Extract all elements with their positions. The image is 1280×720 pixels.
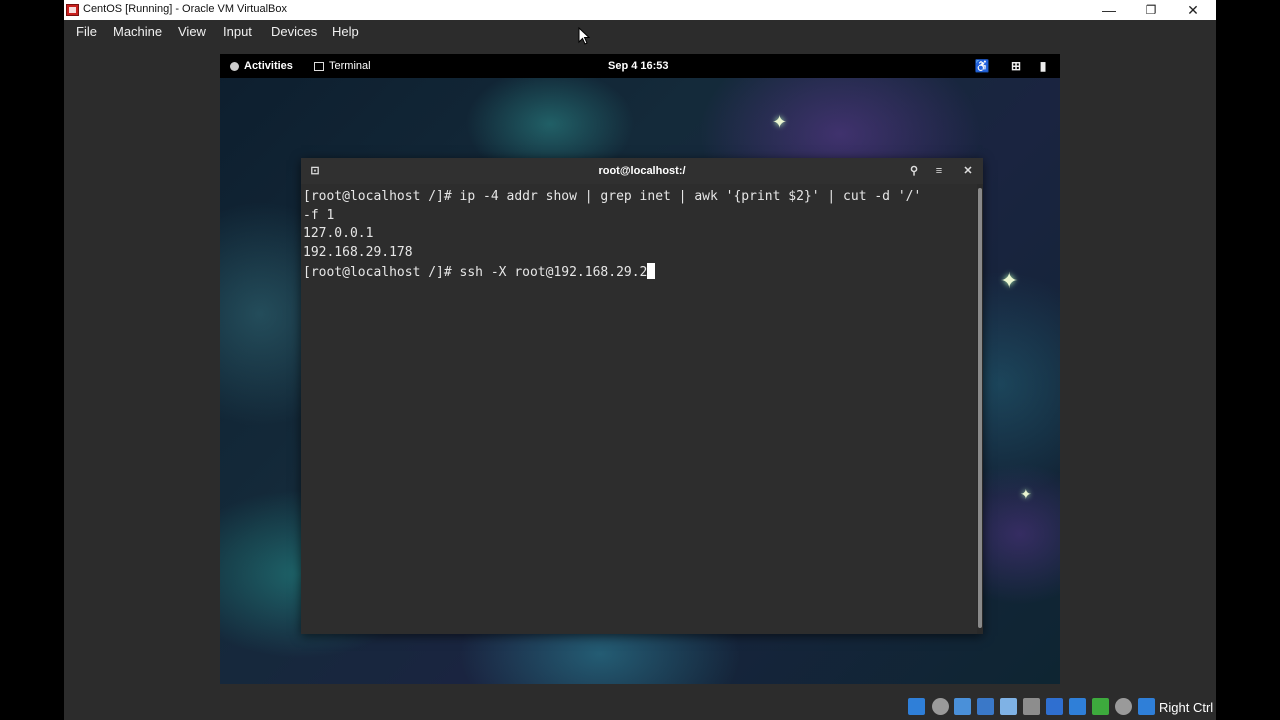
virtualbox-window: CentOS [Running] - Oracle VM VirtualBox …	[64, 0, 1216, 720]
battery-icon[interactable]: ▮	[1035, 58, 1051, 74]
terminal-line: [root@localhost /]# ssh -X root@192.168.…	[303, 265, 648, 280]
menu-machine[interactable]: Machine	[109, 23, 166, 40]
video-capture-icon[interactable]	[1069, 698, 1086, 715]
virtualbox-app-icon	[66, 4, 79, 16]
terminal-header[interactable]: ⊡ root@localhost:/ ⚲ ≡ ✕	[301, 158, 983, 184]
scrollbar-thumb[interactable]	[978, 188, 982, 628]
text-cursor	[647, 263, 656, 279]
usb-icon[interactable]	[1000, 698, 1017, 715]
terminal-prompt-line[interactable]: [root@localhost /]# ssh -X root@192.168.…	[303, 263, 656, 282]
cpu-icon[interactable]	[1092, 698, 1109, 715]
menu-view[interactable]: View	[174, 23, 210, 40]
network-icon[interactable]	[977, 698, 994, 715]
audio-icon[interactable]	[954, 698, 971, 715]
terminal-line: 127.0.0.1	[303, 226, 374, 241]
terminal-line: 192.168.29.178	[303, 245, 413, 260]
window-titlebar[interactable]: CentOS [Running] - Oracle VM VirtualBox …	[64, 0, 1216, 20]
window-title: CentOS [Running] - Oracle VM VirtualBox	[83, 3, 287, 15]
network-icon[interactable]: ⊞	[1008, 58, 1024, 74]
guest-display[interactable]: Activities Terminal Sep 4 16:53 ♿ ⊞ ▮ ✦ …	[220, 54, 1060, 684]
terminal-body[interactable]: [root@localhost /]# ip -4 addr show | gr…	[301, 184, 977, 634]
terminal-window[interactable]: ⊡ root@localhost:/ ⚲ ≡ ✕ [root@localhost…	[301, 158, 983, 634]
app-menu-terminal[interactable]: Terminal	[314, 60, 371, 72]
menu-input[interactable]: Input	[219, 23, 256, 40]
virtualbox-statusbar: Right Ctrl	[64, 694, 1216, 720]
activities-label: Activities	[244, 60, 293, 72]
activities-icon	[230, 61, 239, 71]
mouse-pointer-icon	[578, 27, 590, 45]
app-menu-label: Terminal	[329, 60, 371, 72]
minimize-button[interactable]: —	[1088, 0, 1130, 20]
activities-button[interactable]: Activities	[230, 60, 293, 72]
terminal-title: root@localhost:/	[598, 165, 686, 177]
terminal-line: -f 1	[303, 208, 335, 223]
display-icon[interactable]	[1046, 698, 1063, 715]
accessibility-icon[interactable]: ♿	[974, 58, 990, 74]
menubar: File Machine View Input Devices Help	[64, 20, 1216, 43]
close-icon[interactable]: ✕	[958, 161, 978, 181]
search-icon[interactable]: ⚲	[904, 161, 924, 181]
terminal-line: [root@localhost /]# ip -4 addr show | gr…	[303, 189, 922, 204]
wallpaper-star: ✦	[1000, 268, 1019, 293]
close-button[interactable]: ✕	[1172, 0, 1214, 20]
clock[interactable]: Sep 4 16:53	[608, 60, 669, 72]
maximize-button[interactable]: ❐	[1130, 0, 1172, 20]
wallpaper-star: ✦	[772, 112, 788, 132]
wallpaper-star: ✦	[1020, 486, 1032, 502]
hard-disk-icon[interactable]	[908, 698, 925, 715]
mouse-integration-icon[interactable]	[1115, 698, 1132, 715]
terminal-icon	[314, 61, 324, 71]
menu-devices[interactable]: Devices	[267, 23, 321, 40]
keyboard-icon[interactable]	[1138, 698, 1155, 715]
gnome-top-bar: Activities Terminal Sep 4 16:53 ♿ ⊞ ▮	[220, 54, 1060, 78]
host-key-label: Right Ctrl	[1159, 700, 1214, 715]
hamburger-menu-icon[interactable]: ≡	[929, 161, 949, 181]
menu-help[interactable]: Help	[328, 23, 363, 40]
optical-disk-icon[interactable]	[932, 698, 949, 715]
shared-folder-icon[interactable]	[1023, 698, 1040, 715]
terminal-scrollbar[interactable]	[977, 184, 983, 634]
menu-file[interactable]: File	[72, 23, 101, 40]
